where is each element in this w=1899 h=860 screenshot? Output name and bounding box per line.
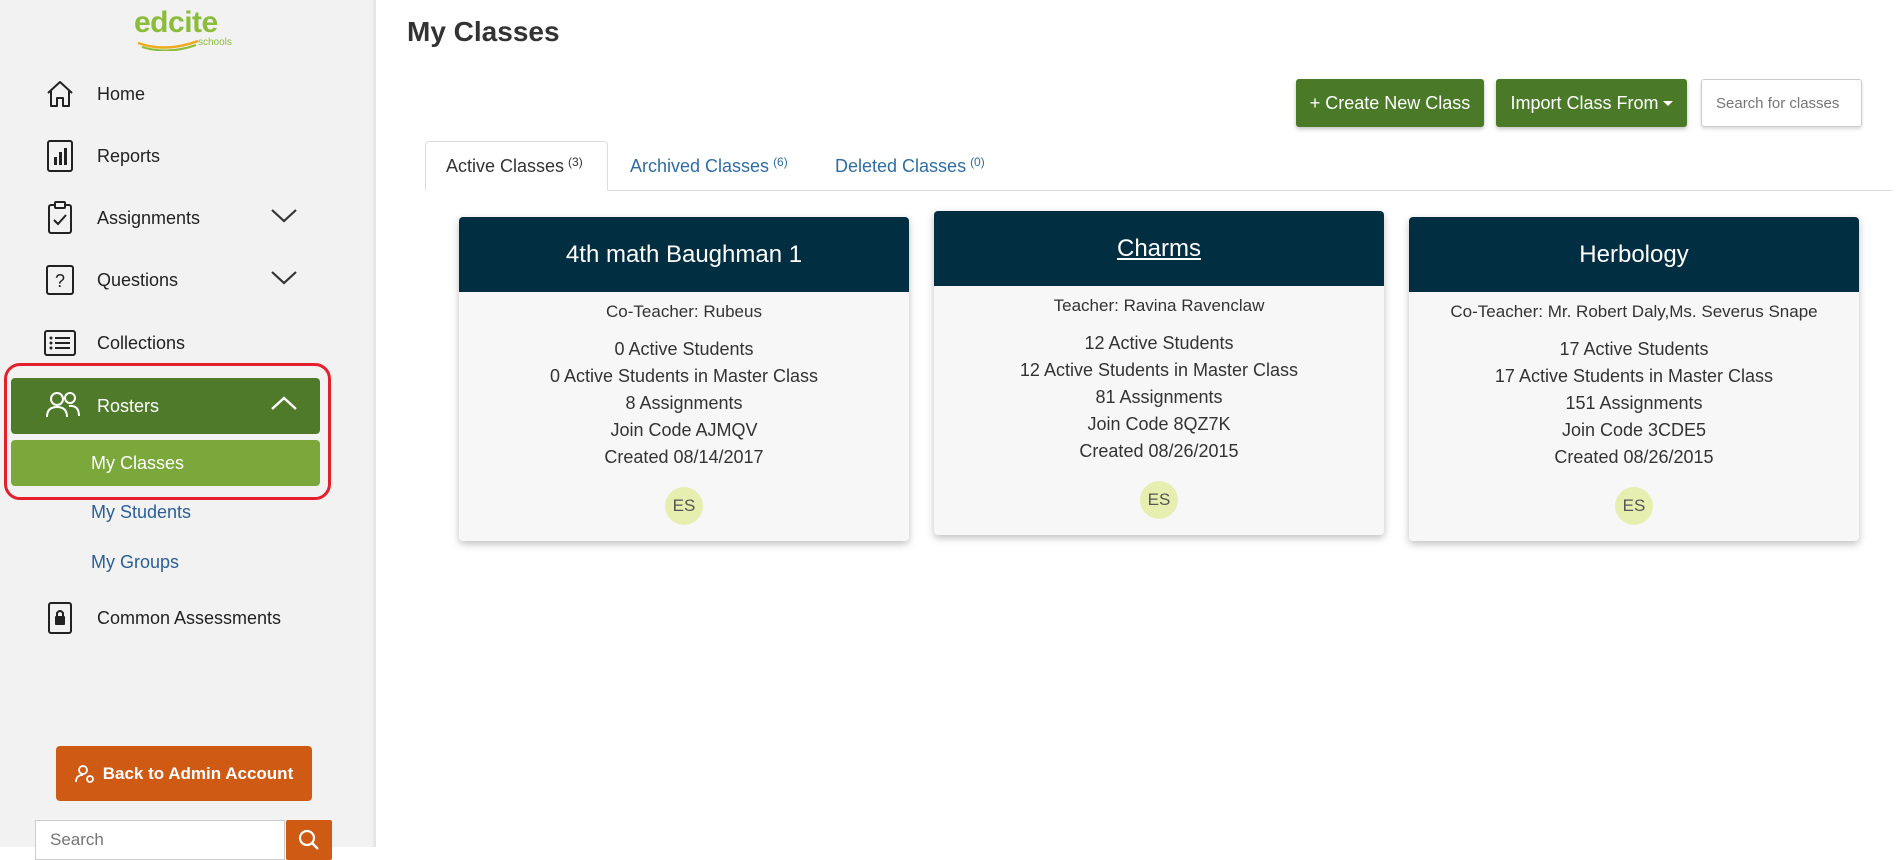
user-gear-icon (74, 764, 94, 783)
sidebar-item-home[interactable]: Home (44, 74, 145, 114)
tab-label: Archived Classes (630, 155, 770, 176)
class-card-master-students: 17 Active Students in Master Class (1494, 366, 1774, 386)
tab-count: (0) (970, 155, 985, 169)
lock-icon (44, 601, 76, 635)
class-card-stats: 0 Active Students 0 Active Students in M… (459, 336, 909, 471)
sidebar-item-common-assessments[interactable]: Common Assessments (44, 598, 281, 638)
class-card-teacher: Teacher: Ravina Ravenclaw (1053, 296, 1265, 315)
sidebar-item-label: Home (97, 83, 146, 104)
tab-count: (6) (773, 155, 788, 169)
sidebar-item-rosters[interactable]: Rosters (11, 378, 320, 434)
class-card-title[interactable]: Herbology (1409, 217, 1859, 292)
back-to-admin-label: Back to Admin Account (102, 763, 294, 783)
class-card-master-students: 12 Active Students in Master Class (1019, 360, 1299, 380)
sidebar-subitem-my-classes[interactable]: My Classes (11, 440, 320, 486)
tab-archived-classes[interactable]: Archived Classes (6) (610, 141, 808, 191)
sidebar-item-label: Assignments (97, 207, 201, 228)
class-card-created: Created 08/26/2015 (1554, 447, 1714, 467)
sidebar-item-collections[interactable]: Collections (44, 323, 185, 363)
tab-active-classes[interactable]: Active Classes (3) (425, 141, 608, 191)
question-icon: ? (44, 263, 76, 297)
class-card-teacher: Co-Teacher: Rubeus (606, 302, 762, 321)
back-to-admin-button[interactable]: Back to Admin Account (56, 746, 312, 801)
sidebar: edcite schools Home Reports Assignments … (0, 0, 376, 860)
sidebar-item-label: Rosters (97, 395, 160, 416)
class-card-master-students: 0 Active Students in Master Class (549, 366, 819, 386)
logo-subtitle: schools (198, 37, 232, 48)
users-icon (45, 390, 81, 425)
class-card-title[interactable]: Charms (934, 211, 1384, 286)
sidebar-item-reports[interactable]: Reports (44, 136, 160, 176)
sidebar-item-label: Common Assessments (97, 607, 282, 628)
reports-icon (44, 139, 76, 173)
list-icon (44, 326, 76, 360)
tab-deleted-classes[interactable]: Deleted Classes (0) (815, 141, 1005, 191)
chevron-up-icon[interactable] (270, 394, 298, 412)
home-icon (44, 77, 76, 111)
class-card-created: Created 08/26/2015 (1079, 441, 1239, 461)
sidebar-item-label: Reports (97, 145, 161, 166)
sidebar-item-label: Collections (97, 332, 186, 353)
class-card-active-students: 0 Active Students (614, 339, 754, 359)
class-card-created: Created 08/14/2017 (604, 447, 764, 467)
logo-swoosh-icon (137, 39, 199, 51)
sidebar-item-questions[interactable]: ? Questions (44, 260, 304, 300)
clipboard-check-icon (44, 201, 76, 235)
search-icon (298, 829, 319, 850)
class-card-stats: 17 Active Students 17 Active Students in… (1409, 336, 1859, 471)
tab-count: (3) (568, 155, 583, 169)
chevron-down-icon[interactable] (270, 268, 298, 286)
class-card-teacher: Co-Teacher: Mr. Robert Daly,Ms. Severus … (1450, 302, 1818, 321)
class-card-stats: 12 Active Students 12 Active Students in… (934, 330, 1384, 465)
class-card-assignments: 8 Assignments (625, 393, 743, 413)
class-card[interactable]: Herbology Co-Teacher: Mr. Robert Daly,Ms… (1409, 217, 1859, 541)
tab-label: Deleted Classes (835, 155, 967, 176)
import-class-label: Import Class From (1510, 92, 1659, 113)
edcite-logo[interactable]: edcite schools (134, 8, 244, 52)
class-search-input[interactable] (1701, 79, 1862, 127)
class-card-join-code: Join Code AJMQV (610, 420, 758, 440)
sidebar-subitem-my-groups[interactable]: My Groups (91, 552, 179, 573)
page-title: My Classes (407, 16, 560, 47)
class-card-join-code: Join Code 3CDE5 (1561, 420, 1707, 440)
class-card-assignments: 151 Assignments (1565, 393, 1703, 413)
class-card-active-students: 12 Active Students (1084, 333, 1234, 353)
sidebar-search-input[interactable] (35, 820, 285, 860)
tab-label: Active Classes (446, 155, 565, 176)
sidebar-item-label: Questions (97, 269, 179, 290)
import-class-from-button[interactable]: Import Class From (1496, 79, 1687, 127)
class-card-assignments: 81 Assignments (1095, 387, 1223, 407)
class-card-join-code: Join Code 8QZ7K (1087, 414, 1231, 434)
class-card-active-students: 17 Active Students (1559, 339, 1709, 359)
create-new-class-button[interactable]: + Create New Class (1296, 79, 1484, 127)
sidebar-search-button[interactable] (286, 820, 332, 860)
logo-wordmark: edcite (134, 6, 218, 39)
sidebar-item-assignments[interactable]: Assignments (44, 198, 304, 238)
caret-down-icon (1662, 100, 1673, 106)
class-card[interactable]: 4th math Baughman 1 Co-Teacher: Rubeus 0… (459, 217, 909, 541)
avatar[interactable]: ES (1140, 481, 1178, 519)
class-card[interactable]: Charms Teacher: Ravina Ravenclaw 12 Acti… (934, 211, 1384, 535)
avatar[interactable]: ES (1615, 487, 1653, 525)
svg-text:?: ? (55, 271, 65, 291)
sidebar-subitem-my-students[interactable]: My Students (91, 502, 191, 523)
class-card-title[interactable]: 4th math Baughman 1 (459, 217, 909, 292)
avatar[interactable]: ES (665, 487, 703, 525)
chevron-down-icon[interactable] (270, 206, 298, 224)
